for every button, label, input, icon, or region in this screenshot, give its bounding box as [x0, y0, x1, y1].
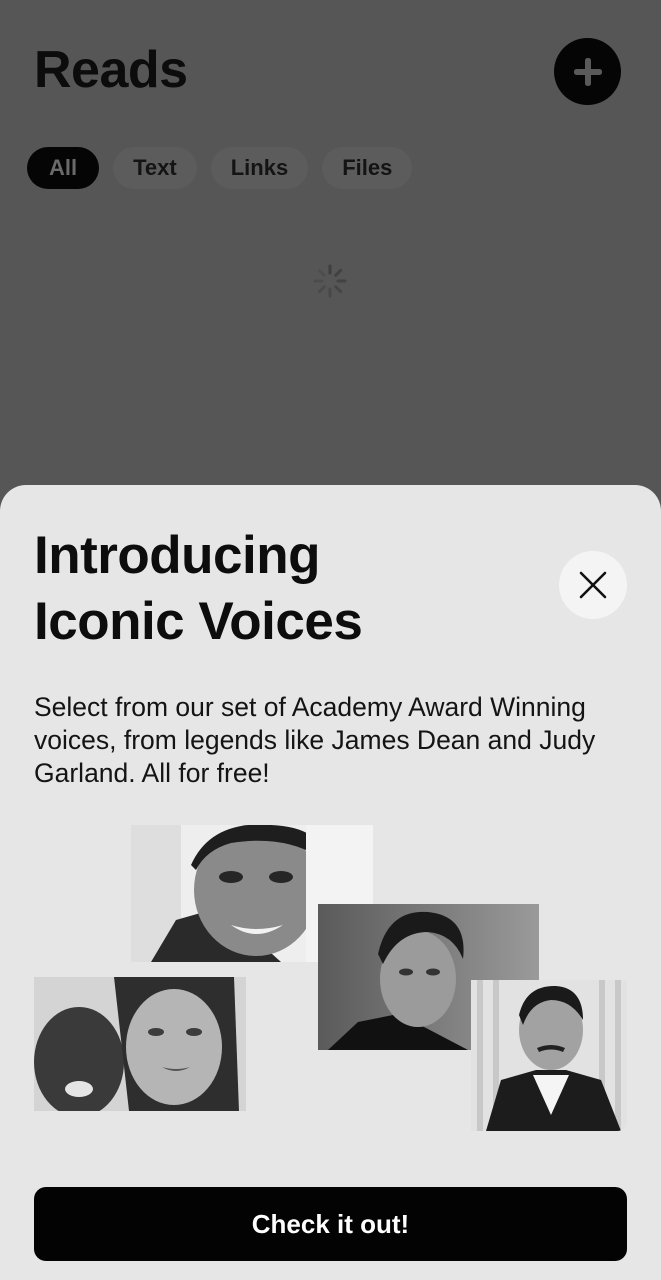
filter-chip-all[interactable]: All [27, 147, 100, 189]
filter-tabs: All Text Links Files [27, 147, 413, 189]
spinner-icon [313, 264, 347, 298]
filter-chip-links[interactable]: Links [210, 147, 309, 189]
filter-chip-text[interactable]: Text [113, 147, 197, 189]
sheet-title: Introducing Iconic Voices [34, 523, 514, 655]
plus-icon [573, 57, 602, 86]
close-icon [579, 571, 607, 599]
filter-chip-files[interactable]: Files [322, 147, 413, 189]
portrait-photo-judy-garland [34, 977, 246, 1111]
sheet-title-line-1: Introducing [34, 526, 320, 585]
close-button[interactable] [559, 551, 627, 619]
page-title: Reads [34, 41, 188, 99]
iconic-voices-sheet: Introducing Iconic Voices Select from ou… [0, 485, 661, 1280]
add-button[interactable] [554, 38, 621, 105]
sheet-title-line-2: Iconic Voices [34, 592, 363, 651]
check-it-out-button[interactable]: Check it out! [34, 1187, 627, 1261]
sheet-description: Select from our set of Academy Award Win… [34, 692, 596, 788]
portrait-photo-burt-reynolds [471, 980, 627, 1131]
